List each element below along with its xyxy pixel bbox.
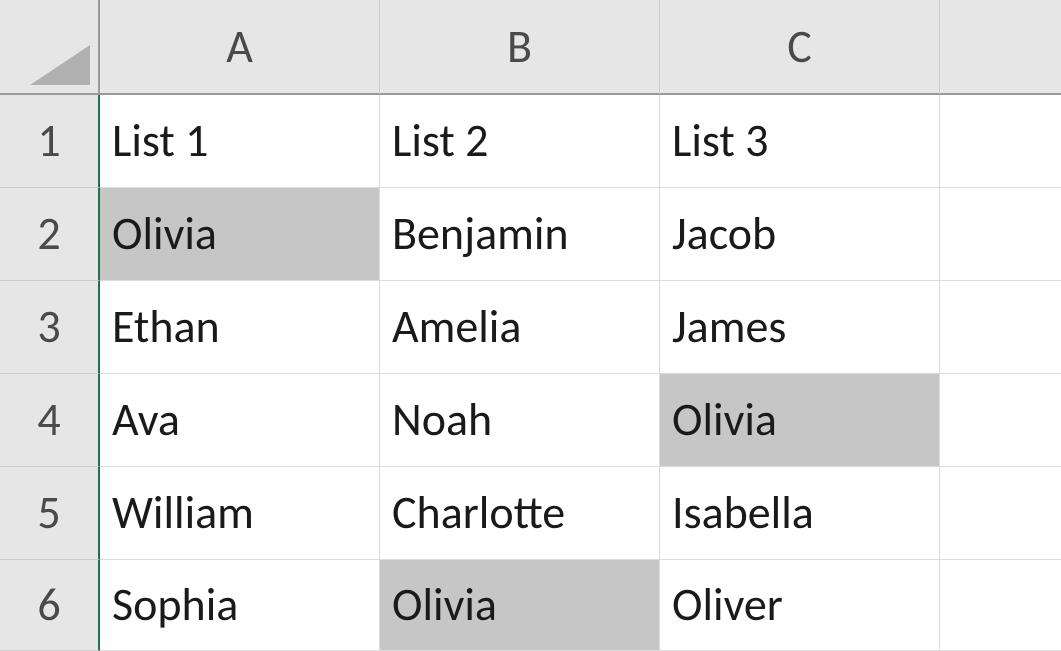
cell-b6[interactable]: Olivia — [380, 560, 660, 651]
column-header-a[interactable]: A — [100, 0, 380, 95]
row-header-4[interactable]: 4 — [0, 374, 100, 467]
cell-d6[interactable] — [940, 560, 1061, 651]
cell-d1[interactable] — [940, 95, 1061, 188]
cell-a4[interactable]: Ava — [100, 374, 380, 467]
cell-d5[interactable] — [940, 467, 1061, 560]
cell-c6[interactable]: Oliver — [660, 560, 940, 651]
cell-b1[interactable]: List 2 — [380, 95, 660, 188]
cell-a6[interactable]: Sophia — [100, 560, 380, 651]
column-header-b[interactable]: B — [380, 0, 660, 95]
row-header-3[interactable]: 3 — [0, 281, 100, 374]
cell-c1[interactable]: List 3 — [660, 95, 940, 188]
cell-b2[interactable]: Benjamin — [380, 188, 660, 281]
cell-a1[interactable]: List 1 — [100, 95, 380, 188]
select-all-corner[interactable] — [0, 0, 100, 95]
cell-c3[interactable]: James — [660, 281, 940, 374]
row-header-6[interactable]: 6 — [0, 560, 100, 651]
cell-c4[interactable]: Olivia — [660, 374, 940, 467]
row-header-5[interactable]: 5 — [0, 467, 100, 560]
cell-d2[interactable] — [940, 188, 1061, 281]
column-header-next[interactable] — [940, 0, 1061, 95]
cell-a2[interactable]: Olivia — [100, 188, 380, 281]
cell-c2[interactable]: Jacob — [660, 188, 940, 281]
cell-d4[interactable] — [940, 374, 1061, 467]
cell-b5[interactable]: Charlotte — [380, 467, 660, 560]
cell-d3[interactable] — [940, 281, 1061, 374]
row-header-2[interactable]: 2 — [0, 188, 100, 281]
cell-c5[interactable]: Isabella — [660, 467, 940, 560]
row-header-1[interactable]: 1 — [0, 95, 100, 188]
column-header-c[interactable]: C — [660, 0, 940, 95]
cell-b3[interactable]: Amelia — [380, 281, 660, 374]
cell-a5[interactable]: William — [100, 467, 380, 560]
cell-a3[interactable]: Ethan — [100, 281, 380, 374]
cell-b4[interactable]: Noah — [380, 374, 660, 467]
spreadsheet-grid: A B C 1 List 1 List 2 List 3 2 Olivia Be… — [0, 0, 1061, 651]
